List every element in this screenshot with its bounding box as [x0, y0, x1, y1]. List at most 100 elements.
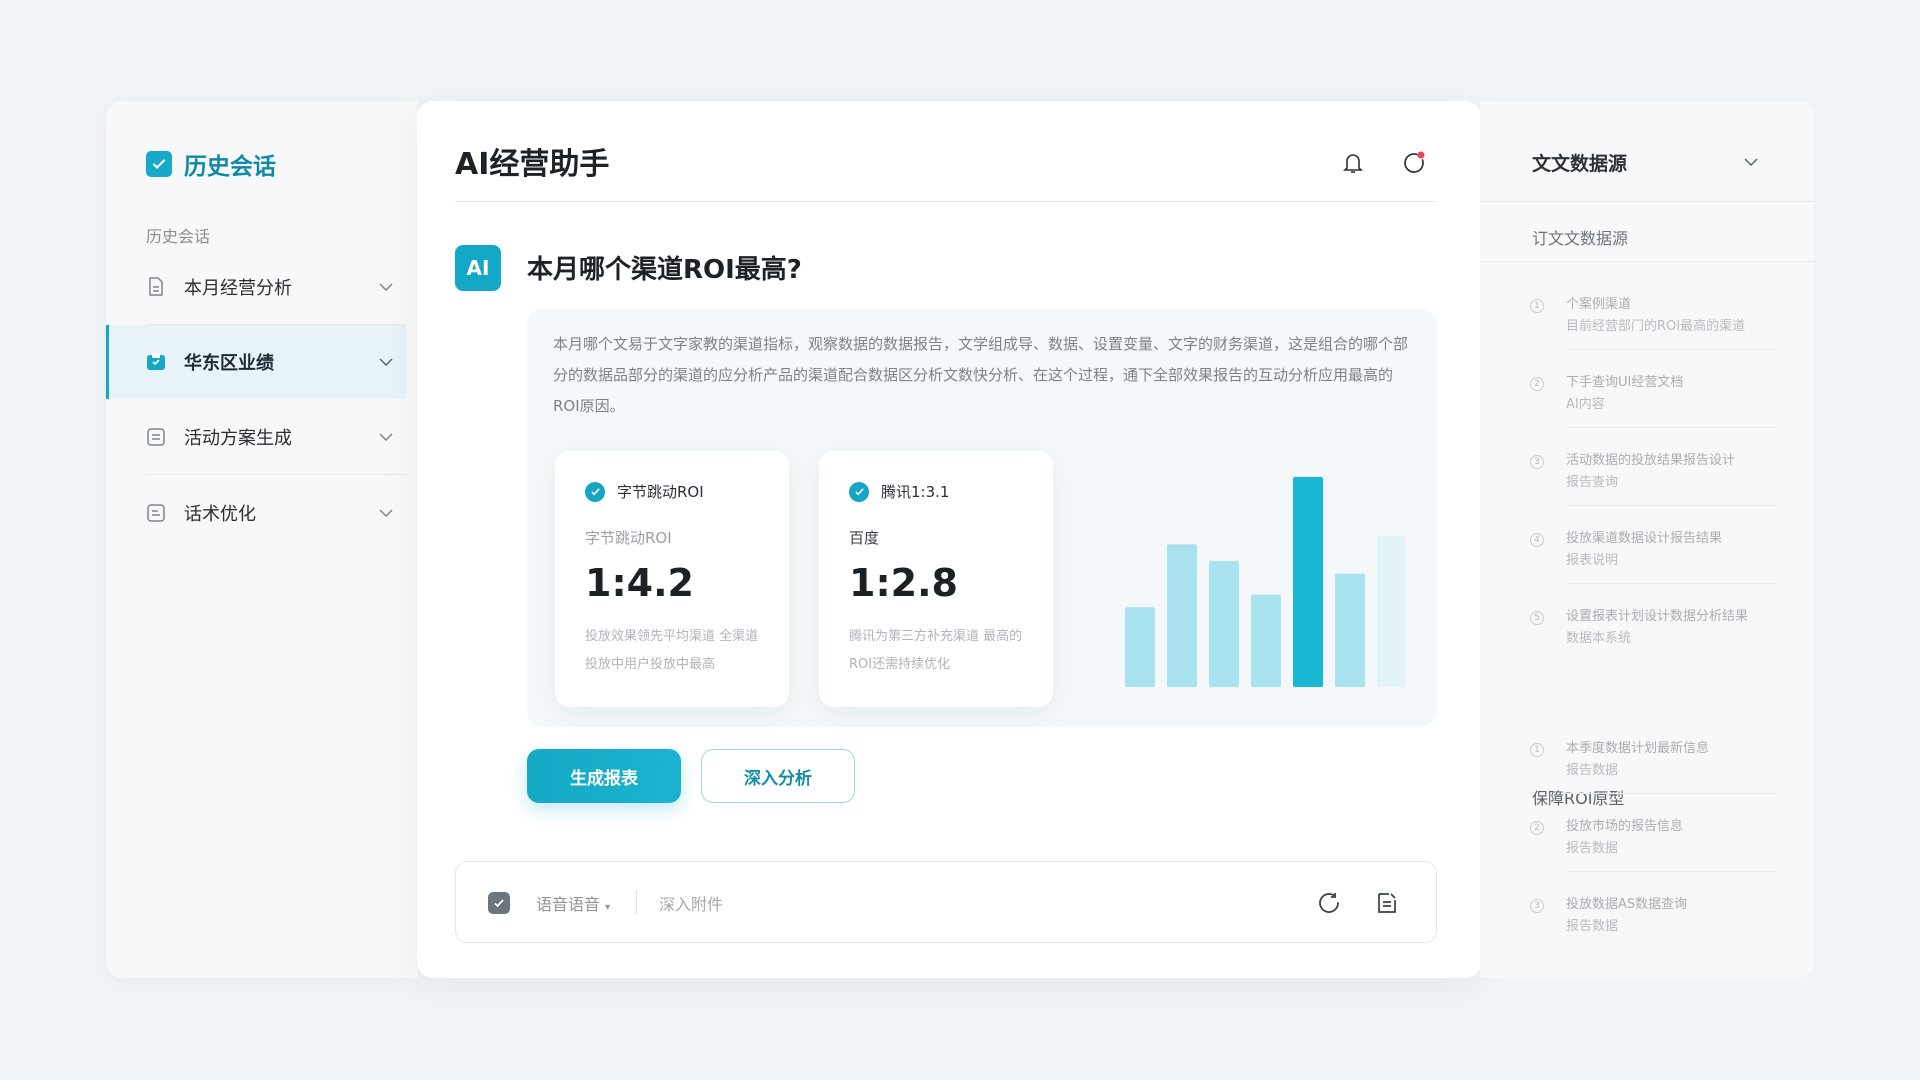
divider [1480, 201, 1814, 202]
panel-subtitle: 订文文数据源 [1532, 229, 1629, 248]
source-desc: 报告数据 [1566, 841, 1619, 856]
header-divider [455, 201, 1436, 202]
edit-list-icon [146, 503, 166, 523]
chart-bar [1125, 607, 1155, 687]
metric-note: 腾讯为第三方补充渠道 最高的ROI还需持续优化 [849, 629, 1023, 672]
metric-header-label: 字节跳动ROI [617, 483, 704, 501]
sidebar-item-east-region[interactable]: 华东区业绩 [106, 325, 406, 399]
step-number: 4 [1530, 533, 1544, 547]
divider [1566, 793, 1776, 794]
source-title: 下手查询UI经营文档 [1566, 375, 1684, 390]
chevron-down-icon[interactable] [366, 358, 406, 366]
metric-sub: 百度 [849, 529, 880, 547]
source-title: 个案例渠道 [1566, 297, 1632, 312]
chart-bar [1335, 573, 1365, 687]
source-title: 投放市场的报告信息 [1566, 819, 1684, 834]
source-desc: AI内容 [1566, 397, 1605, 412]
divider [1480, 261, 1814, 262]
generate-report-button[interactable]: 生成报表 [527, 749, 681, 803]
bell-icon[interactable] [1337, 147, 1369, 179]
divider [1566, 583, 1776, 584]
metric-card-bytedance[interactable]: 字节跳动ROI 字节跳动ROI 1:4.2 投放效果领先平均渠道 全渠道投放中用… [555, 451, 789, 707]
source-title: 投放数据AS数据查询 [1566, 897, 1688, 912]
folder-icon [146, 352, 166, 372]
check-circle-icon [849, 481, 869, 502]
metric-note: 投放效果领先平均渠道 全渠道投放中用户投放中最高 [585, 629, 759, 672]
step-number: 3 [1530, 899, 1544, 913]
notification-icon[interactable] [1398, 147, 1430, 179]
deep-analysis-button[interactable]: 深入分析 [701, 749, 855, 803]
chevron-down-icon[interactable] [1744, 151, 1758, 170]
roi-bar-chart [1125, 477, 1405, 687]
metric-value: 1:4.2 [585, 561, 694, 605]
source-desc: 报表说明 [1566, 553, 1619, 568]
step-number: 2 [1530, 821, 1544, 835]
divider [1566, 427, 1776, 428]
metric-header-label: 腾讯1:3.1 [881, 483, 950, 501]
ai-avatar: AI [455, 245, 501, 291]
source-title: 投放渠道数据设计报告结果 [1566, 531, 1723, 546]
sidebar-title: 历史会话 [184, 154, 276, 180]
refresh-icon[interactable] [1314, 888, 1344, 918]
source-title: 活动数据的投放结果报告设计 [1566, 453, 1736, 468]
divider [1566, 349, 1776, 350]
chart-bar [1209, 561, 1239, 687]
divider [636, 890, 637, 914]
step-number: 5 [1530, 611, 1544, 625]
chevron-down-icon[interactable] [366, 433, 406, 441]
data-source-panel: 文文数据源 订文文数据源 1 个案例渠道 目前经营部门的ROI最高的渠道 2 下… [1480, 101, 1814, 978]
panel-title[interactable]: 文文数据源 [1532, 149, 1627, 176]
source-desc: 数据本系统 [1566, 631, 1632, 646]
divider [1566, 871, 1776, 872]
source-title: 本季度数据计划最新信息 [1566, 741, 1710, 756]
source-desc: 目前经营部门的ROI最高的渠道 [1566, 319, 1746, 334]
checkbox-icon [146, 151, 172, 177]
step-number: 1 [1530, 743, 1544, 757]
history-sidebar: 历史会话 历史会话 本月经营分析 华东区业绩 活动方案生成 话术优化 [106, 101, 418, 978]
source-desc: 报告数据 [1566, 763, 1619, 778]
chart-bar [1377, 535, 1405, 687]
chevron-down-icon[interactable] [366, 283, 406, 291]
sidebar-item-script-optimization[interactable]: 话术优化 [106, 476, 406, 550]
sidebar-item-campaign-plan[interactable]: 活动方案生成 [106, 400, 406, 474]
sidebar-brand[interactable]: 历史会话 [146, 147, 276, 181]
sidebar-item-label: 本月经营分析 [184, 278, 292, 299]
checkbox-icon[interactable] [488, 892, 510, 914]
sidebar-section-label: 历史会话 [146, 227, 211, 246]
source-desc: 报告查询 [1566, 475, 1619, 490]
metric-sub: 字节跳动ROI [585, 529, 672, 547]
sidebar-item-label: 话术优化 [184, 504, 256, 525]
source-desc: 报告数据 [1566, 919, 1619, 934]
voice-select-label: 语音语音 [536, 895, 601, 914]
page-title: AI经营助手 [455, 147, 610, 182]
sidebar-item-label: 活动方案生成 [184, 428, 292, 449]
sidebar-item-label: 华东区业绩 [184, 353, 274, 374]
source-title: 设置报表计划设计数据分析结果 [1566, 609, 1749, 624]
chevron-down-icon[interactable] [366, 509, 406, 517]
document-icon [146, 277, 166, 297]
chart-bar [1293, 477, 1323, 687]
sidebar-item-monthly-analysis[interactable]: 本月经营分析 [106, 250, 406, 324]
chart-bar [1251, 594, 1281, 687]
check-circle-icon [585, 481, 605, 502]
answer-card: 本月哪个文易于文字家教的渠道指标，观察数据的数据报告，文学组成导、数据、设置变量… [527, 309, 1437, 727]
metric-card-tencent[interactable]: 腾讯1:3.1 百度 1:2.8 腾讯为第三方补充渠道 最高的ROI还需持续优化 [819, 451, 1053, 707]
step-number: 3 [1530, 455, 1544, 469]
chart-bar [1167, 544, 1197, 687]
divider [1566, 505, 1776, 506]
caret-down-icon: ▾ [605, 902, 611, 913]
metric-header: 腾讯1:3.1 [849, 481, 949, 502]
divider [146, 474, 406, 475]
metric-value: 1:2.8 [849, 561, 958, 605]
metric-header: 字节跳动ROI [585, 481, 704, 502]
user-question: 本月哪个渠道ROI最高? [527, 255, 802, 285]
answer-text: 本月哪个文易于文字家教的渠道指标，观察数据的数据报告，文学组成导、数据、设置变量… [553, 335, 1409, 415]
message-composer: 语音语音 ▾ 深入附件 [455, 861, 1437, 943]
chat-main-panel: AI经营助手 AI 本月哪个渠道ROI最高? 本月哪个文易于文字家教的渠道指标，… [417, 101, 1481, 978]
voice-select[interactable]: 语音语音 ▾ [536, 891, 610, 915]
edit-note-icon[interactable] [1372, 888, 1402, 918]
step-number: 2 [1530, 377, 1544, 391]
panel-section-title: 保障ROI原型 [1532, 789, 1625, 808]
attach-input[interactable]: 深入附件 [659, 891, 723, 915]
step-number: 1 [1530, 299, 1544, 313]
